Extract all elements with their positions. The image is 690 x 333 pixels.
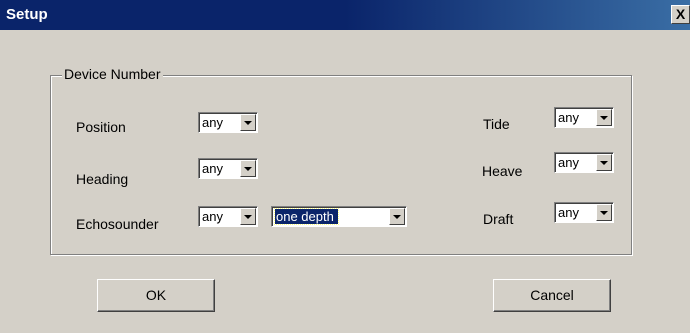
tide-dropdown[interactable]: any [554, 107, 614, 128]
echosounder-value: any [202, 209, 223, 224]
tide-value: any [558, 110, 579, 125]
heave-dropdown[interactable]: any [554, 152, 614, 173]
setup-dialog: Setup X Device Number Position any Headi… [0, 0, 690, 333]
chevron-down-icon[interactable] [240, 160, 256, 177]
echosounder-mode-value: one depth [274, 208, 339, 225]
position-dropdown[interactable]: any [198, 112, 258, 133]
heading-value: any [202, 161, 223, 176]
chevron-down-icon[interactable] [240, 114, 256, 131]
title-bar[interactable]: Setup X [0, 0, 690, 30]
position-label: Position [76, 119, 126, 135]
chevron-down-icon[interactable] [596, 204, 612, 221]
chevron-down-icon[interactable] [240, 208, 256, 225]
draft-label: Draft [483, 211, 514, 227]
tide-label: Tide [483, 116, 510, 132]
heave-label: Heave [482, 163, 523, 179]
heading-dropdown[interactable]: any [198, 158, 258, 179]
group-legend: Device Number [62, 66, 164, 82]
window-title: Setup [6, 6, 48, 23]
chevron-down-icon[interactable] [389, 208, 405, 225]
heave-value: any [558, 155, 579, 170]
draft-value: any [558, 205, 579, 220]
heading-label: Heading [76, 171, 129, 187]
echosounder-mode-dropdown[interactable]: one depth [271, 206, 407, 227]
position-value: any [202, 115, 223, 130]
echosounder-dropdown[interactable]: any [198, 206, 258, 227]
chevron-down-icon[interactable] [596, 109, 612, 126]
ok-button[interactable]: OK [97, 279, 215, 312]
close-icon: X [675, 6, 686, 22]
draft-dropdown[interactable]: any [554, 202, 614, 223]
close-button[interactable]: X [671, 5, 690, 24]
echosounder-label: Echosounder [76, 216, 159, 232]
cancel-button[interactable]: Cancel [493, 279, 611, 312]
chevron-down-icon[interactable] [596, 154, 612, 171]
